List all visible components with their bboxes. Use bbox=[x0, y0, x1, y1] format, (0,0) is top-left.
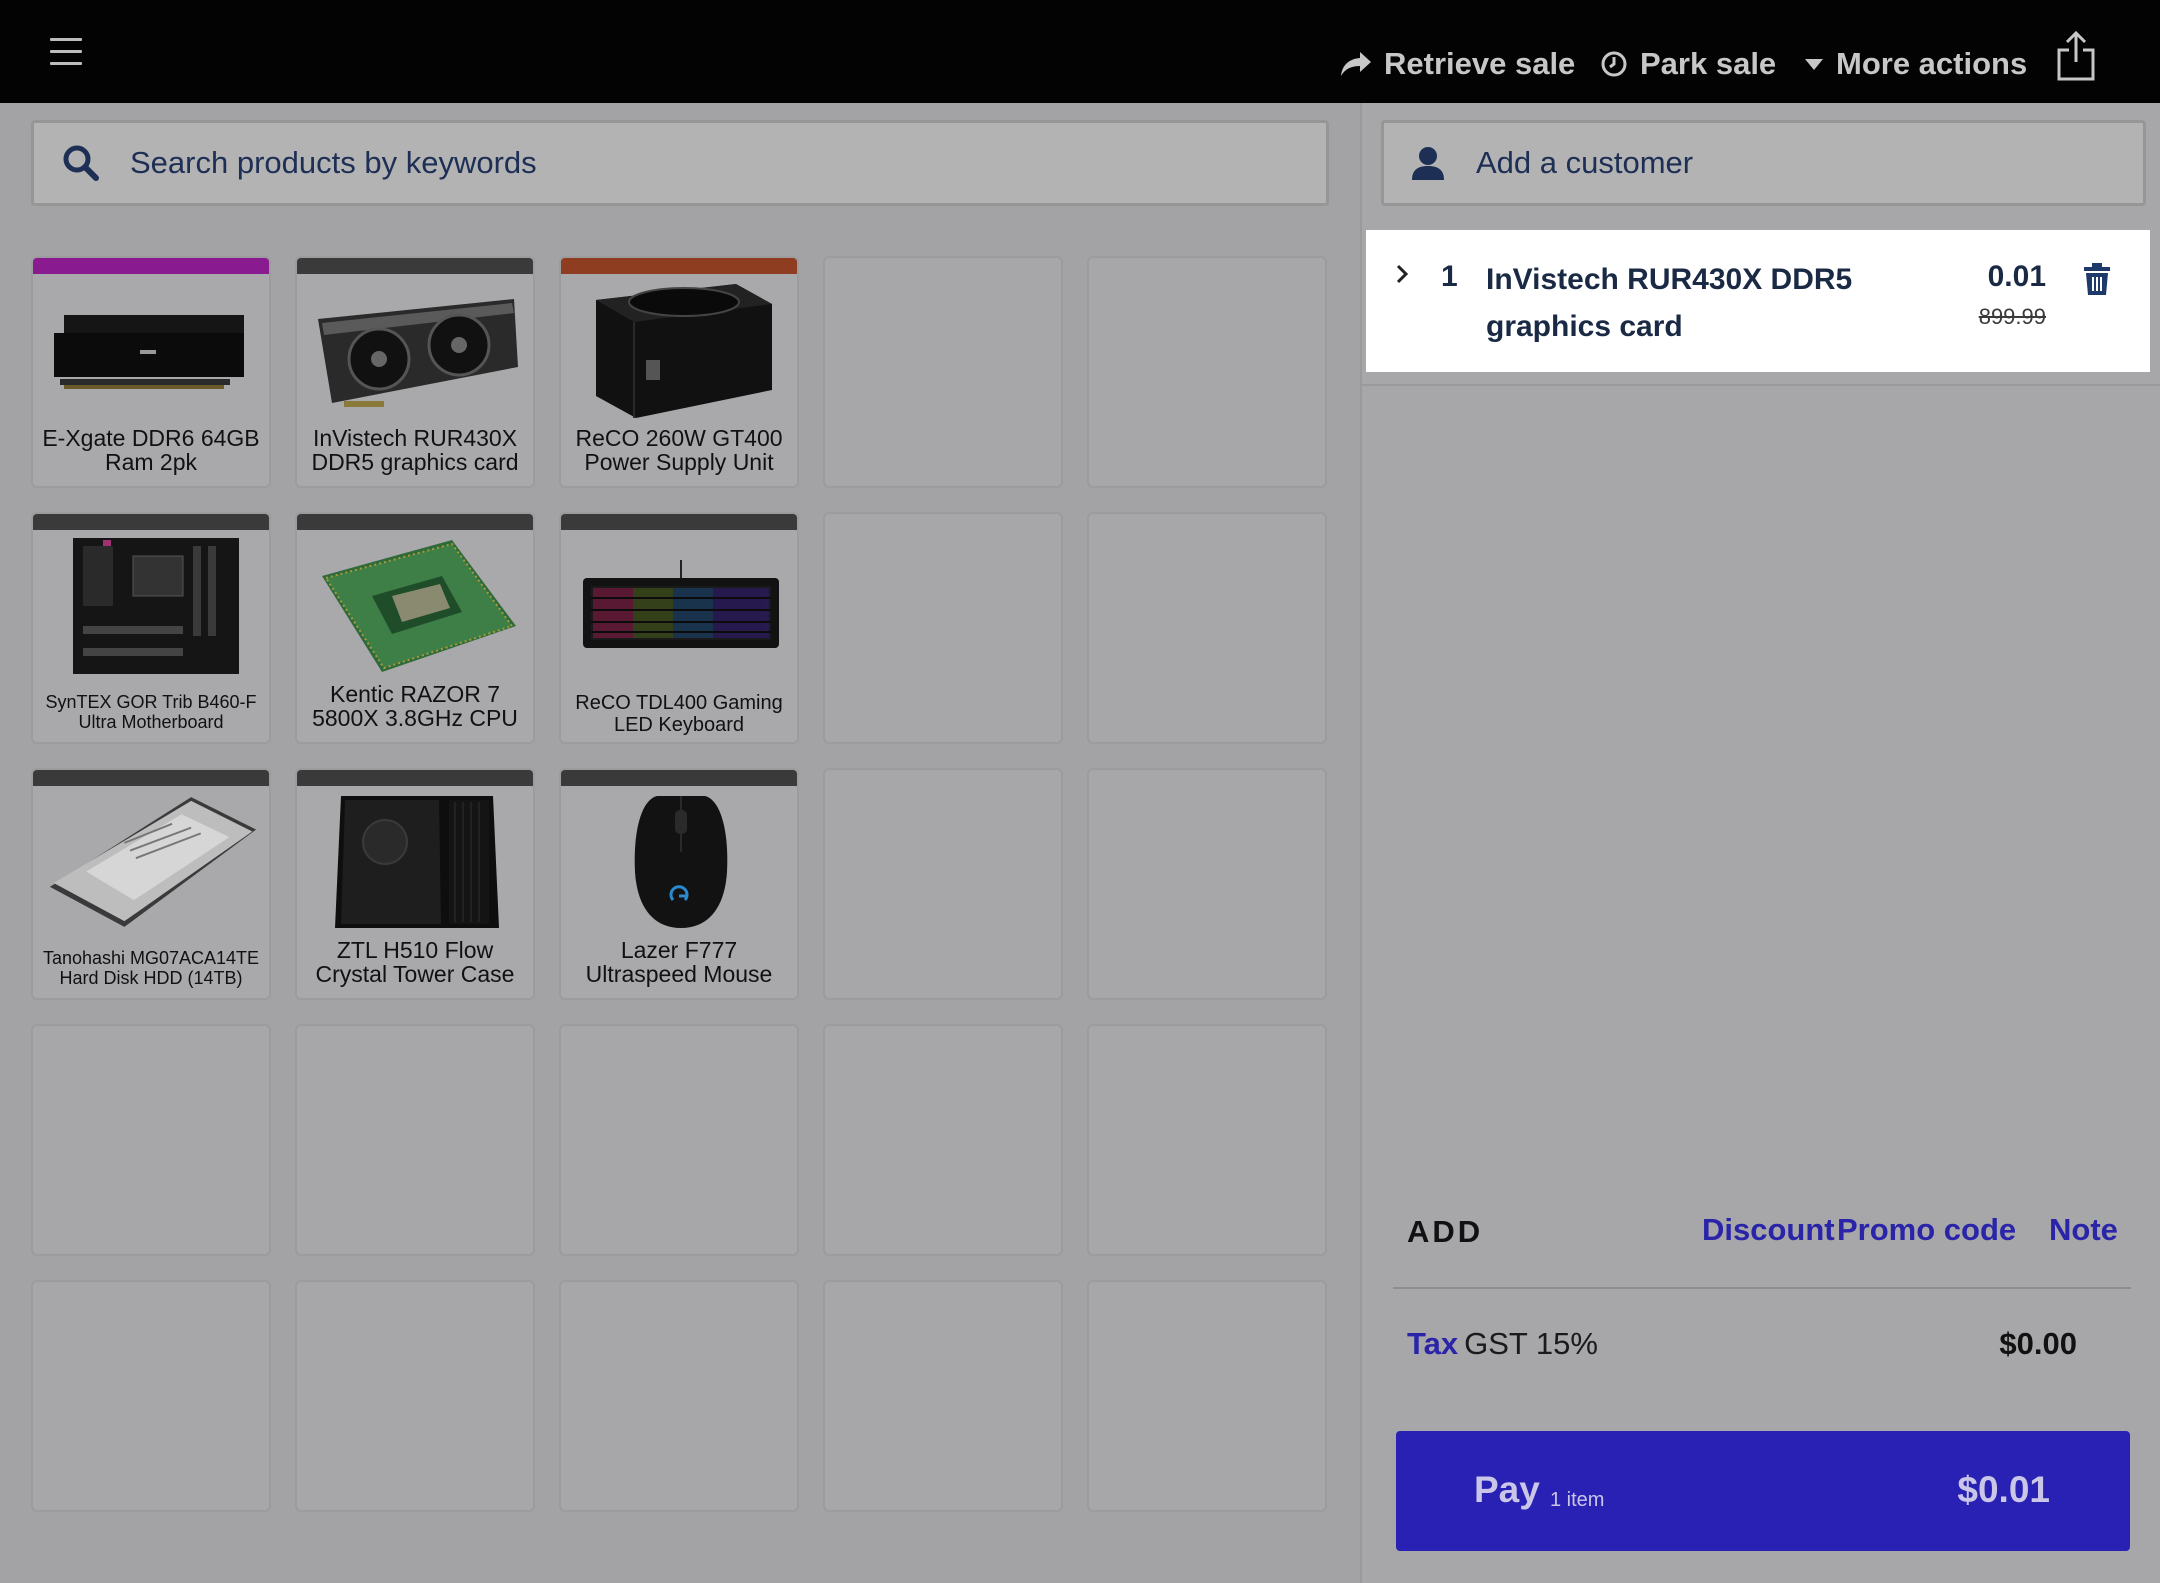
tower-case-icon bbox=[312, 792, 522, 932]
hard-disk-icon bbox=[48, 792, 258, 932]
empty-tile bbox=[823, 512, 1063, 744]
category-color-bar bbox=[561, 258, 797, 274]
empty-tile bbox=[295, 1280, 535, 1512]
tax-row: Tax GST 15% $0.00 bbox=[1407, 1326, 2077, 1370]
category-color-bar bbox=[297, 258, 533, 274]
more-actions-label: More actions bbox=[1836, 46, 2028, 81]
note-link[interactable]: Note bbox=[2049, 1212, 2118, 1248]
promo-code-link[interactable]: Promo code bbox=[1837, 1212, 2016, 1248]
product-tile-power-supply[interactable]: ReCO 260W GT400 Power Supply Unit bbox=[559, 256, 799, 488]
clock-icon bbox=[1601, 51, 1627, 77]
chevron-right-icon[interactable] bbox=[1394, 262, 1410, 286]
product-grid: E-Xgate DDR6 64GB Ram 2pk InVistech RUR4… bbox=[31, 256, 1329, 1512]
search-icon bbox=[63, 145, 99, 181]
add-label: ADD bbox=[1407, 1214, 1484, 1249]
product-name: ReCO 260W GT400 Power Supply Unit bbox=[575, 425, 783, 475]
more-actions-button[interactable]: More actions bbox=[1804, 44, 2027, 84]
user-icon bbox=[1412, 147, 1444, 180]
mouse-icon bbox=[576, 792, 786, 932]
empty-tile bbox=[31, 1024, 271, 1256]
ram-icon bbox=[48, 280, 258, 420]
empty-tile bbox=[295, 1024, 535, 1256]
empty-tile bbox=[1087, 768, 1327, 1000]
park-sale-label: Park sale bbox=[1640, 46, 1777, 81]
discount-link[interactable]: Discount bbox=[1702, 1212, 1835, 1248]
hamburger-menu-icon[interactable] bbox=[50, 38, 82, 66]
product-name: ZTL H510 Flow Crystal Tower Case bbox=[315, 937, 515, 987]
product-name: Lazer F777 Ultraspeed Mouse bbox=[585, 937, 773, 987]
category-color-bar bbox=[297, 514, 533, 530]
empty-tile bbox=[1087, 512, 1327, 744]
empty-tile bbox=[559, 1280, 799, 1512]
retrieve-sale-label: Retrieve sale bbox=[1384, 46, 1576, 81]
category-color-bar bbox=[561, 770, 797, 786]
category-color-bar bbox=[561, 514, 797, 530]
product-name: Tanohashi MG07ACA14TE Hard Disk HDD (14T… bbox=[42, 948, 260, 988]
cpu-icon bbox=[312, 536, 522, 676]
line-item-name: InVistech RUR430X DDR5 graphics card bbox=[1486, 263, 1853, 343]
tax-value: $0.00 bbox=[1999, 1326, 2077, 1361]
product-tile-motherboard[interactable]: SynTEX GOR Trib B460-F Ultra Motherboard bbox=[31, 512, 271, 744]
product-tile-cpu[interactable]: Kentic RAZOR 7 5800X 3.8GHz CPU bbox=[295, 512, 535, 744]
share-forward-icon bbox=[1341, 52, 1371, 76]
empty-tile bbox=[559, 1024, 799, 1256]
empty-tile bbox=[823, 768, 1063, 1000]
top-bar: Retrieve sale Park sale More actions bbox=[0, 0, 2160, 103]
add-row: ADD Discount Promo code Note bbox=[1407, 1210, 2127, 1260]
product-name: E-Xgate DDR6 64GB Ram 2pk bbox=[42, 425, 260, 475]
add-customer-button[interactable]: Add a customer bbox=[1381, 120, 2146, 206]
divider bbox=[1362, 384, 2160, 386]
category-color-bar bbox=[33, 514, 269, 530]
keyboard-icon bbox=[576, 536, 786, 676]
pay-label: Pay bbox=[1474, 1469, 1540, 1510]
retrieve-sale-button[interactable]: Retrieve sale bbox=[1340, 44, 1575, 84]
tax-link[interactable]: Tax bbox=[1407, 1326, 1458, 1361]
empty-tile bbox=[823, 1280, 1063, 1512]
motherboard-icon bbox=[48, 536, 258, 676]
product-tile-ram[interactable]: E-Xgate DDR6 64GB Ram 2pk bbox=[31, 256, 271, 488]
category-color-bar bbox=[33, 770, 269, 786]
empty-tile bbox=[31, 1280, 271, 1512]
sale-panel: Add a customer 1 InVistech RUR430X DDR5 … bbox=[1360, 103, 2160, 1583]
category-color-bar bbox=[33, 258, 269, 274]
category-color-bar bbox=[297, 770, 533, 786]
product-name: InVistech RUR430X DDR5 graphics card bbox=[311, 425, 519, 475]
product-tile-keyboard[interactable]: ReCO TDL400 Gaming LED Keyboard bbox=[559, 512, 799, 744]
empty-tile bbox=[1087, 256, 1327, 488]
sale-line-item[interactable]: 1 InVistech RUR430X DDR5 graphics card 0… bbox=[1366, 230, 2150, 372]
pay-item-count: 1 item bbox=[1550, 1489, 1605, 1511]
pay-total: $0.01 bbox=[1957, 1469, 2050, 1510]
product-tile-mouse[interactable]: Lazer F777 Ultraspeed Mouse bbox=[559, 768, 799, 1000]
park-sale-button[interactable]: Park sale bbox=[1600, 44, 1776, 84]
product-name: SynTEX GOR Trib B460-F Ultra Motherboard bbox=[45, 692, 257, 732]
empty-tile bbox=[1087, 1024, 1327, 1256]
line-item-original-price: 899.99 bbox=[1978, 304, 2046, 329]
line-item-price: 0.01 bbox=[1987, 260, 2046, 293]
divider bbox=[1393, 1287, 2131, 1289]
tax-name: GST 15% bbox=[1464, 1326, 1598, 1361]
caret-down-icon bbox=[1805, 59, 1823, 70]
share-icon[interactable] bbox=[2055, 30, 2097, 82]
power-supply-icon bbox=[576, 280, 786, 420]
search-input[interactable] bbox=[130, 145, 1230, 181]
product-name: ReCO TDL400 Gaming LED Keyboard bbox=[575, 692, 783, 736]
graphics-card-icon bbox=[312, 280, 522, 420]
add-customer-label: Add a customer bbox=[1476, 145, 1694, 180]
product-name: Kentic RAZOR 7 5800X 3.8GHz CPU bbox=[312, 681, 518, 731]
empty-tile bbox=[823, 1024, 1063, 1256]
line-item-quantity: 1 bbox=[1441, 260, 1458, 293]
product-tile-tower-case[interactable]: ZTL H510 Flow Crystal Tower Case bbox=[295, 768, 535, 1000]
pay-button[interactable]: Pay 1 item $0.01 bbox=[1396, 1431, 2130, 1551]
empty-tile bbox=[823, 256, 1063, 488]
product-tile-graphics-card[interactable]: InVistech RUR430X DDR5 graphics card bbox=[295, 256, 535, 488]
empty-tile bbox=[1087, 1280, 1327, 1512]
trash-icon[interactable] bbox=[2082, 262, 2112, 296]
product-tile-hard-disk[interactable]: Tanohashi MG07ACA14TE Hard Disk HDD (14T… bbox=[31, 768, 271, 1000]
product-search-box[interactable] bbox=[31, 120, 1329, 206]
